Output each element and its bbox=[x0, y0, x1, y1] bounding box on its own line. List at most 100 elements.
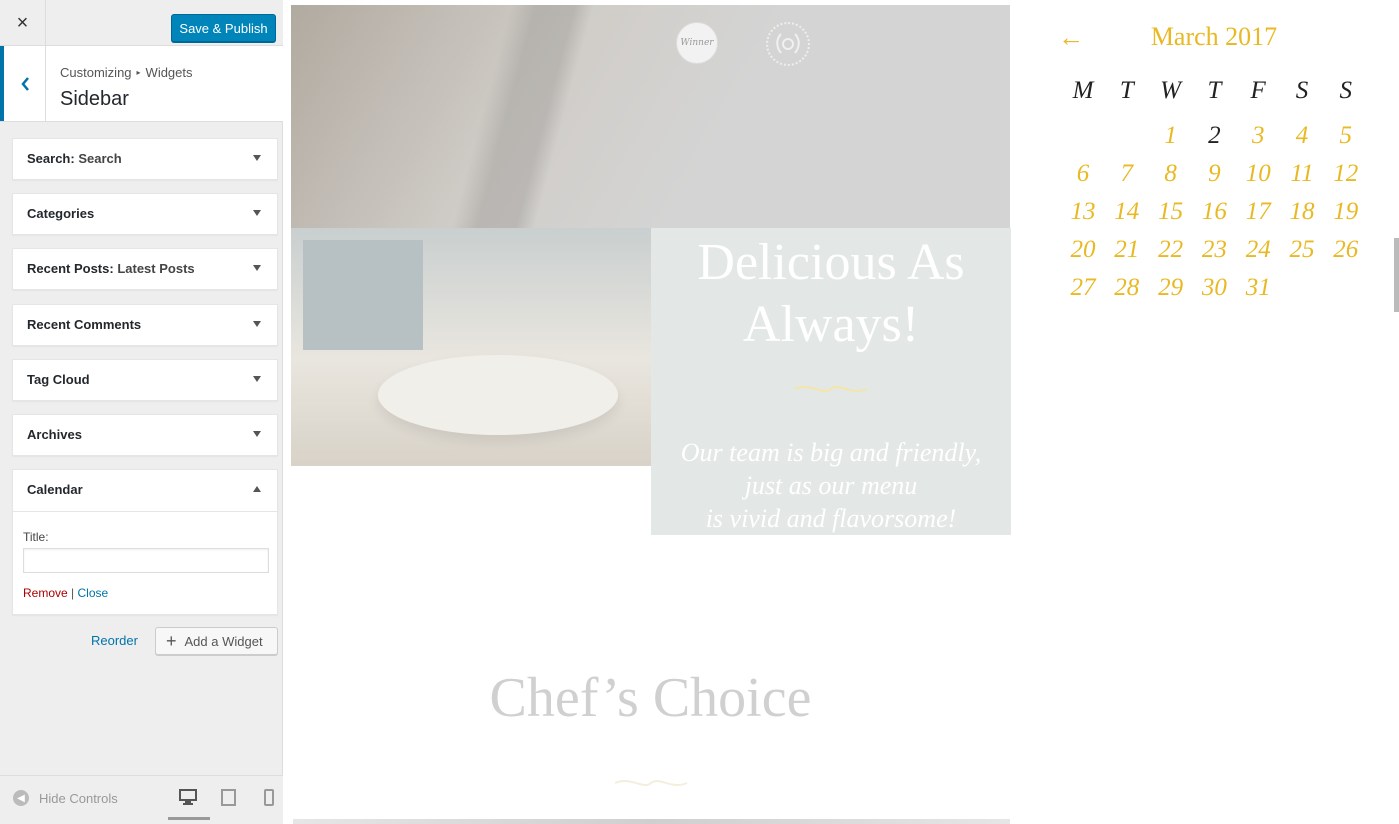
collapse-arrow-icon[interactable] bbox=[253, 486, 261, 492]
expand-arrow-icon[interactable] bbox=[253, 321, 261, 327]
tagline-line: just as our menu bbox=[744, 471, 918, 500]
collapse-icon: ◀ bbox=[13, 790, 29, 806]
calendar-weekday: M bbox=[1072, 77, 1094, 104]
ornament-icon bbox=[614, 780, 688, 786]
close-customizer-button[interactable]: × bbox=[0, 0, 46, 46]
calendar-day[interactable]: 12 bbox=[1324, 156, 1368, 192]
calendar-day[interactable]: 21 bbox=[1105, 232, 1149, 268]
calendar-day[interactable]: 13 bbox=[1061, 194, 1105, 230]
calendar-day[interactable]: 15 bbox=[1149, 194, 1193, 230]
calendar-day[interactable]: 18 bbox=[1280, 194, 1324, 230]
widget-recent-posts-header[interactable]: Recent Posts: Latest Posts bbox=[13, 249, 277, 289]
hide-controls-button[interactable]: ◀ Hide Controls bbox=[13, 790, 118, 806]
breadcrumb-widgets: Widgets bbox=[145, 65, 193, 80]
widget-recent-comments-header[interactable]: Recent Comments bbox=[13, 305, 277, 345]
widget-search: Search: Search bbox=[12, 138, 278, 180]
chefs-choice-heading: Chef’s Choice bbox=[489, 667, 812, 729]
promo-tagline: Our team is big and friendly, just as ou… bbox=[651, 436, 1011, 535]
widget-name: Search bbox=[27, 151, 71, 166]
remove-link[interactable]: Remove bbox=[23, 586, 68, 600]
calendar-day[interactable]: 23 bbox=[1192, 232, 1236, 268]
preview-scrollbar[interactable] bbox=[1394, 238, 1399, 312]
widget-actions: Remove | Close bbox=[23, 586, 108, 600]
chevron-left-icon bbox=[20, 76, 29, 91]
calendar-day[interactable]: 14 bbox=[1105, 194, 1149, 230]
expand-arrow-icon[interactable] bbox=[253, 376, 261, 382]
close-icon: × bbox=[16, 11, 29, 34]
widget-title: Categories bbox=[27, 206, 95, 221]
calendar-day[interactable]: 24 bbox=[1236, 232, 1280, 268]
calendar-day[interactable]: 11 bbox=[1280, 156, 1324, 192]
expand-arrow-icon[interactable] bbox=[253, 155, 261, 161]
calendar-today: 2 bbox=[1208, 122, 1221, 149]
calendar-day[interactable]: 30 bbox=[1192, 270, 1236, 306]
calendar-weekday: W bbox=[1160, 77, 1181, 104]
tablet-icon[interactable] bbox=[221, 789, 236, 806]
breadcrumb: Customizing ▸ Widgets bbox=[60, 65, 193, 80]
bottom-image-strip bbox=[293, 819, 1010, 824]
save-publish-button[interactable]: Save & Publish bbox=[171, 14, 276, 42]
calendar-day[interactable]: 19 bbox=[1324, 194, 1368, 230]
calendar-prev-link[interactable]: ← bbox=[1058, 22, 1084, 53]
add-widget-button[interactable]: + Add a Widget bbox=[155, 627, 278, 655]
calendar-day[interactable]: 8 bbox=[1149, 156, 1193, 192]
calendar-day[interactable]: 31 bbox=[1236, 270, 1280, 306]
widget-title: Calendar bbox=[27, 482, 83, 497]
calendar-day[interactable]: 22 bbox=[1149, 232, 1193, 268]
widget-calendar: Calendar Title: Remove | Close bbox=[12, 469, 278, 615]
widget-subtitle: Latest Posts bbox=[117, 261, 195, 276]
tagline-line: Our team is big and friendly, bbox=[680, 438, 982, 467]
calendar-day[interactable]: 3 bbox=[1236, 118, 1280, 154]
expand-arrow-icon[interactable] bbox=[253, 210, 261, 216]
dining-table bbox=[378, 355, 618, 435]
title-field[interactable] bbox=[23, 548, 269, 573]
hero-overlay bbox=[291, 5, 1010, 228]
calendar-day[interactable]: 27 bbox=[1061, 270, 1105, 306]
customizer-footer: ◀ Hide Controls bbox=[0, 775, 283, 824]
reorder-link[interactable]: Reorder bbox=[91, 633, 138, 648]
widget-title: Recent Comments bbox=[27, 317, 142, 332]
widget-tag-cloud-header[interactable]: Tag Cloud bbox=[13, 360, 277, 400]
widget-archives-header[interactable]: Archives bbox=[13, 415, 277, 455]
calendar-day[interactable]: 26 bbox=[1324, 232, 1368, 268]
laurel-badge-icon bbox=[766, 22, 810, 66]
calendar-day[interactable]: 5 bbox=[1324, 118, 1368, 154]
calendar-day[interactable]: 25 bbox=[1280, 232, 1324, 268]
calendar-day[interactable]: 10 bbox=[1236, 156, 1280, 192]
calendar-day[interactable]: 7 bbox=[1105, 156, 1149, 192]
mobile-icon[interactable] bbox=[264, 789, 274, 806]
calendar-day[interactable]: 20 bbox=[1061, 232, 1105, 268]
expand-arrow-icon[interactable] bbox=[253, 431, 261, 437]
calendar-day[interactable]: 9 bbox=[1192, 156, 1236, 192]
back-button[interactable] bbox=[0, 46, 46, 121]
tagline-line: is vivid and flavorsome! bbox=[705, 504, 957, 533]
calendar-day[interactable]: 29 bbox=[1149, 270, 1193, 306]
widget-calendar-header[interactable]: Calendar bbox=[13, 470, 277, 512]
calendar-weekday: T bbox=[1119, 77, 1134, 104]
calendar-day[interactable]: 4 bbox=[1280, 118, 1324, 154]
widget-title: Archives bbox=[27, 427, 82, 442]
close-link[interactable]: Close bbox=[78, 586, 109, 600]
winner-badge: Winner bbox=[676, 22, 718, 64]
widget-archives: Archives bbox=[12, 414, 278, 456]
calendar-weekday: S bbox=[1339, 77, 1353, 104]
calendar-day[interactable]: 28 bbox=[1105, 270, 1149, 306]
widget-categories-header[interactable]: Categories bbox=[13, 194, 277, 234]
widget-categories: Categories bbox=[12, 193, 278, 235]
promo-headline: Delicious As Always! bbox=[697, 234, 965, 353]
laurel-icon bbox=[776, 33, 800, 54]
section-title: Sidebar bbox=[60, 88, 129, 110]
widget-subtitle: Search bbox=[78, 151, 122, 166]
winner-badge-label: Winner bbox=[680, 38, 714, 48]
section-title-bar: Customizing ▸ Widgets Sidebar bbox=[0, 46, 283, 122]
ornament-icon bbox=[794, 386, 868, 392]
calendar-day[interactable]: 16 bbox=[1192, 194, 1236, 230]
calendar-day[interactable]: 1 bbox=[1149, 118, 1193, 154]
breadcrumb-customizing: Customizing bbox=[60, 65, 132, 80]
expand-arrow-icon[interactable] bbox=[253, 265, 261, 271]
calendar-day[interactable]: 17 bbox=[1236, 194, 1280, 230]
calendar-weekday: F bbox=[1250, 77, 1266, 104]
calendar-day[interactable]: 6 bbox=[1061, 156, 1105, 192]
widget-search-header[interactable]: Search: Search bbox=[13, 139, 277, 179]
desktop-icon[interactable] bbox=[179, 789, 197, 805]
